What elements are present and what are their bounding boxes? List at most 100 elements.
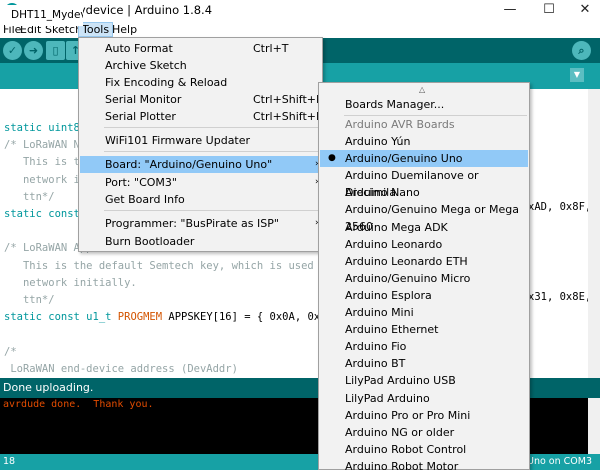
maximize-button[interactable]: ☐ <box>531 0 567 21</box>
editor-scrollbar[interactable] <box>588 89 600 378</box>
board-option[interactable]: Arduino Fio <box>320 338 528 355</box>
board-option-label: Arduino Nano <box>345 186 420 200</box>
code-token: PROGMEM <box>117 311 163 324</box>
board-option[interactable]: Arduino Leonardo ETH <box>320 253 528 270</box>
board-option-label: Arduino/Genuino Uno <box>345 152 463 166</box>
boards-submenu: △ Boards Manager... Arduino AVR Boards Ardu… <box>318 82 530 470</box>
code-line: LoRaWAN end-device address (DevAddr) <box>4 363 238 375</box>
board-option-label: Arduino/Genuino Micro <box>345 271 471 285</box>
boards-manager-item[interactable]: Boards Manager... <box>320 96 528 113</box>
menu-separator <box>104 127 320 128</box>
board-option[interactable]: Arduino Yún <box>320 133 528 150</box>
board-option-label: Arduino Mega ADK <box>345 220 448 234</box>
code-token: ttn*/ <box>4 190 55 203</box>
board-option[interactable]: Arduino Mega ADK <box>320 219 528 236</box>
tools-menu-item-programmer[interactable]: Programmer: "BusPirate as ISP" › <box>80 215 321 232</box>
board-option[interactable]: Arduino Esplora <box>320 287 528 304</box>
code-line: This is the default Semtech key, which i… <box>4 260 371 272</box>
board-option-label: Arduino Leonardo ETH <box>345 254 468 268</box>
tools-menu-item-get-board-info[interactable]: Get Board Info <box>80 191 321 208</box>
board-option[interactable]: ● Arduino/Genuino Uno <box>320 150 528 168</box>
new-icon[interactable]: ▯ <box>46 41 65 60</box>
menu-item-label: Auto Format <box>105 42 173 55</box>
tools-menu: Auto Format Ctrl+T Archive Sketch Fix Encod… <box>78 37 326 252</box>
menu-separator <box>104 210 320 211</box>
board-option[interactable]: Arduino Mini <box>320 304 528 321</box>
selected-radio-bullet-icon: ● <box>328 153 336 164</box>
menu-item-label: Fix Encoding & Reload <box>105 76 228 89</box>
tools-menu-item-wifi101-updater[interactable]: WiFi101 Firmware Updater <box>80 132 321 149</box>
menu-separator <box>104 151 320 152</box>
board-option-label: Arduino Fio <box>345 340 407 354</box>
tab-menu-chevron-down-icon[interactable]: ▼ <box>570 68 584 82</box>
board-option[interactable]: Arduino Robot Control <box>320 441 528 458</box>
code-line: ttn*/ <box>4 294 55 306</box>
code-token: This is the default Semtech key, which i… <box>4 259 371 272</box>
scroll-up-arrow-icon[interactable]: △ <box>419 85 425 94</box>
menu-item-label: Burn Bootloader <box>105 235 195 248</box>
console-text: avrdude done. Thank you. <box>3 399 154 410</box>
board-option[interactable]: Arduino Leonardo <box>320 236 528 253</box>
board-option-label: LilyPad Arduino USB <box>345 374 456 388</box>
board-option[interactable]: Arduino Nano <box>320 184 528 201</box>
tools-menu-item-burn-bootloader[interactable]: Burn Bootloader <box>80 233 321 250</box>
menu-bar: File Edit Sketch Tools Help <box>0 21 600 38</box>
code-line: ttn*/ <box>4 191 55 203</box>
board-option-label: LilyPad Arduino <box>345 391 430 405</box>
boards-group-header: Arduino AVR Boards <box>320 116 528 133</box>
menu-item-label: Serial Monitor <box>105 93 182 106</box>
board-option[interactable]: LilyPad Arduino <box>320 390 528 407</box>
board-option[interactable]: Arduino Robot Motor <box>320 458 528 470</box>
code-line: /* <box>4 346 17 358</box>
board-option-label: Arduino Ethernet <box>345 323 439 337</box>
tools-menu-item-fix-encoding[interactable]: Fix Encoding & Reload <box>80 74 321 91</box>
board-port-info: Uno on COM3 <box>526 456 592 467</box>
menu-item-label: Programmer: "BusPirate as ISP" <box>105 217 279 230</box>
menu-item-shortcut: Ctrl+Shift+L <box>253 110 323 123</box>
menu-help[interactable]: Help <box>109 22 140 37</box>
code-token: network initially. <box>4 276 137 289</box>
group-header-label: Arduino AVR Boards <box>345 118 455 131</box>
close-button[interactable]: ✕ <box>567 0 600 21</box>
line-number: 18 <box>3 456 16 467</box>
tools-menu-item-port[interactable]: Port: "COM3" › <box>80 174 321 191</box>
board-option-label: Arduino Robot Motor <box>345 459 459 470</box>
board-option[interactable]: Arduino BT <box>320 355 528 372</box>
menu-item-label: WiFi101 Firmware Updater <box>105 134 251 147</box>
tools-menu-item-board[interactable]: Board: "Arduino/Genuino Uno" › <box>80 156 321 173</box>
menu-item-label: Boards Manager... <box>345 98 445 111</box>
board-option[interactable]: Arduino NG or older <box>320 424 528 441</box>
tab-sketch[interactable]: DHT11_Mydevice <box>5 5 83 26</box>
menu-item-label: Board: "Arduino/Genuino Uno" <box>105 158 273 171</box>
tools-menu-item-archive-sketch[interactable]: Archive Sketch <box>80 57 321 74</box>
verify-icon[interactable]: ✓ <box>3 41 22 60</box>
menu-item-label: Get Board Info <box>105 193 185 206</box>
board-option[interactable]: LilyPad Arduino USB <box>320 372 528 389</box>
menu-item-label: Serial Plotter <box>105 110 176 123</box>
board-option-label: Arduino NG or older <box>345 425 455 439</box>
code-token: ttn*/ <box>4 294 55 306</box>
title-bar: ∞ DHT11_Mydevice | Arduino 1.8.4 — ☐ ✕ <box>0 0 600 21</box>
board-option[interactable]: Arduino/Genuino Mega or Mega 2560 <box>320 201 528 233</box>
menu-tools[interactable]: Tools <box>78 22 114 37</box>
tools-menu-item-auto-format[interactable]: Auto Format Ctrl+T <box>80 40 321 57</box>
board-option-label: Arduino Esplora <box>345 288 432 302</box>
tools-menu-item-serial-plotter[interactable]: Serial Plotter Ctrl+Shift+L <box>80 108 323 125</box>
board-option-label: Arduino Yún <box>345 135 411 148</box>
menu-item-shortcut: Ctrl+Shift+M <box>253 93 326 106</box>
board-option[interactable]: Arduino Duemilanove or Diecimila <box>320 167 528 199</box>
board-option-label: Arduino Mini <box>345 306 414 319</box>
serial-monitor-icon[interactable]: ⌕ <box>572 41 591 60</box>
board-option-label: Arduino Pro or Pro Mini <box>345 408 471 422</box>
board-option[interactable]: Arduino/Genuino Micro <box>320 270 528 287</box>
upload-icon[interactable]: ➜ <box>24 41 43 60</box>
code-token: LoRaWAN end-device address (DevAddr) <box>4 362 238 375</box>
console-scrollbar[interactable] <box>588 398 600 454</box>
board-option[interactable]: Arduino Ethernet <box>320 321 528 338</box>
board-option[interactable]: Arduino Pro or Pro Mini <box>320 407 528 424</box>
board-option-label: Arduino Robot Control <box>345 442 467 456</box>
menu-item-label: Port: "COM3" <box>105 176 177 189</box>
code-token: /* <box>4 345 17 358</box>
minimize-button[interactable]: — <box>492 0 528 21</box>
tools-menu-item-serial-monitor[interactable]: Serial Monitor Ctrl+Shift+M <box>80 91 326 108</box>
